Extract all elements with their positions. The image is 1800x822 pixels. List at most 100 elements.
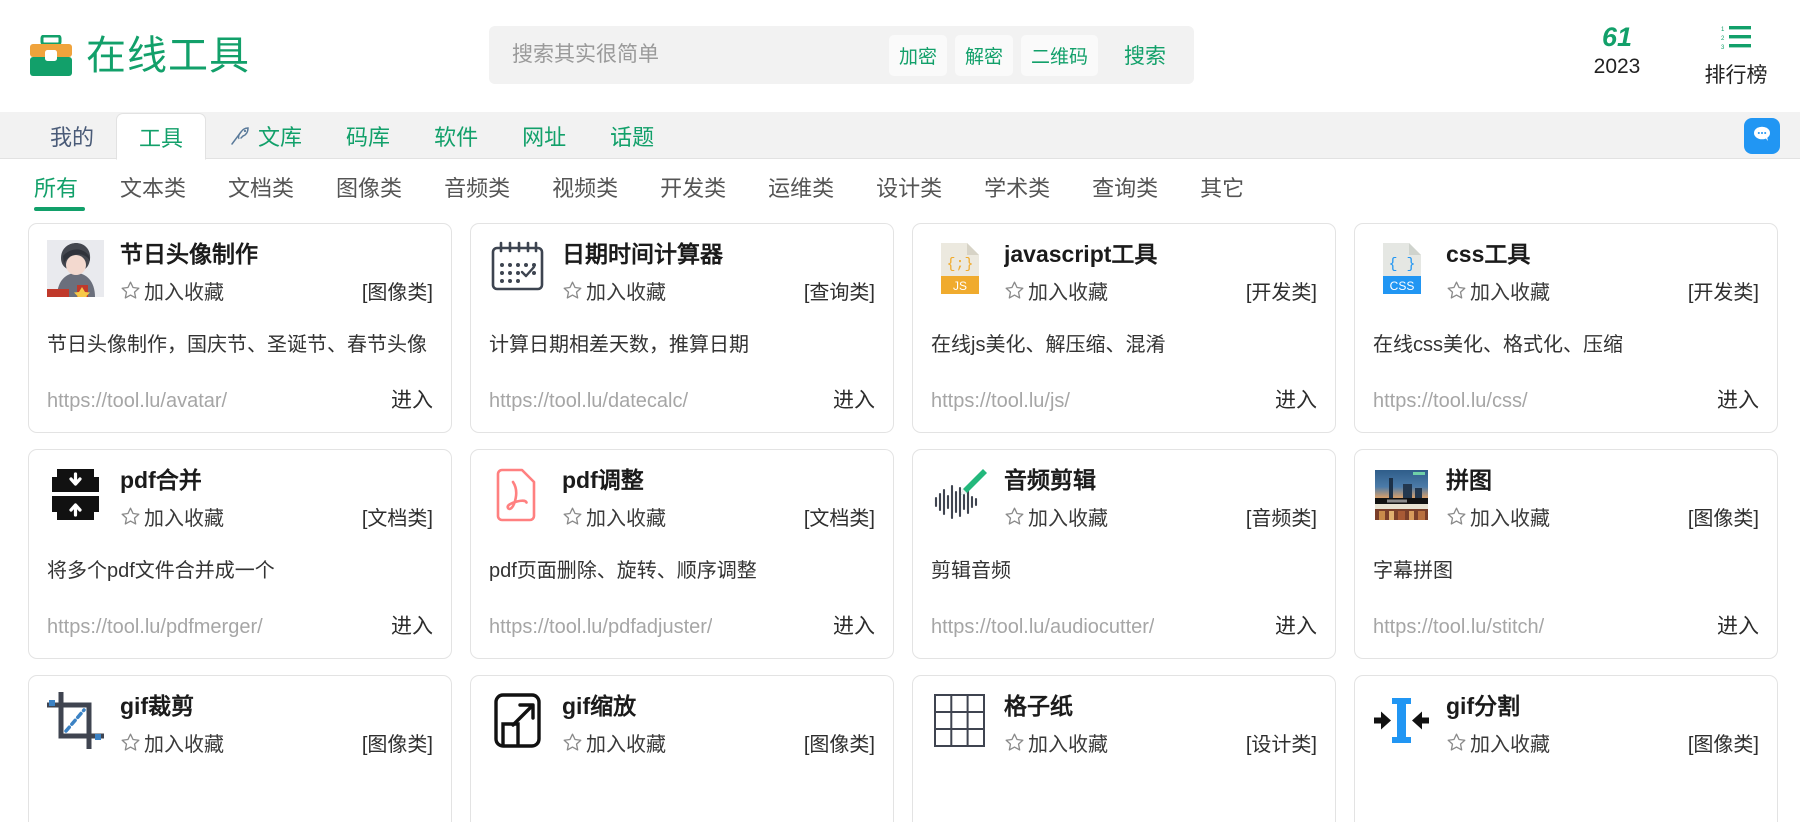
tool-card[interactable]: pdf合并 加入收藏 [文档类] 将多个pdf文件合并成一个 https://t…: [28, 449, 452, 659]
tool-description: [1373, 783, 1759, 820]
add-favorite-button[interactable]: 加入收藏: [1446, 276, 1550, 305]
visit-stat: 61 2023: [1582, 22, 1652, 81]
add-favorite-button[interactable]: 加入收藏: [120, 276, 224, 305]
tool-card[interactable]: 音频剪辑 加入收藏 [音频类] 剪辑音频 https://tool.lu/aud…: [912, 449, 1336, 659]
add-favorite-button[interactable]: 加入收藏: [1004, 728, 1108, 757]
category-development[interactable]: 开发类: [639, 173, 747, 205]
tool-description: 在线css美化、格式化、压缩: [1373, 333, 1623, 356]
tool-description: [47, 783, 433, 820]
search-input[interactable]: [489, 27, 889, 83]
tool-card[interactable]: CSS { } css工具 加入收藏 [开发类] 在线css美化、格式化、压缩: [1354, 223, 1778, 433]
search-chip-decrypt[interactable]: 解密: [954, 34, 1013, 76]
enter-tool-button[interactable]: 进入: [379, 610, 433, 640]
star-icon: [1004, 280, 1025, 301]
add-favorite-button[interactable]: 加入收藏: [1446, 502, 1550, 531]
enter-tool-button[interactable]: 进入: [1705, 610, 1759, 640]
tool-title: javascript工具: [1004, 241, 1158, 267]
enter-tool-button[interactable]: 进入: [821, 384, 875, 414]
add-favorite-label: 加入收藏: [1028, 281, 1108, 304]
main-navbar: 我的 工具 文库 码库 软件 网址 话题: [0, 112, 1800, 160]
tool-card[interactable]: 日期时间计算器 加入收藏 [查询类] 计算日期相差天数，推算日期 https:/…: [470, 223, 894, 433]
add-favorite-button[interactable]: 加入收藏: [120, 728, 224, 757]
star-icon: [1004, 506, 1025, 527]
tool-category-tag: [图像类]: [803, 733, 875, 756]
tool-description: 剪辑音频: [931, 559, 1011, 582]
brand-logo[interactable]: 在线工具: [28, 35, 250, 77]
tool-description: 计算日期相差天数，推算日期: [489, 333, 749, 356]
tool-description: 在线js美化、解压缩、混淆: [931, 333, 1166, 356]
tool-category-tag: [文档类]: [361, 507, 433, 530]
category-audio[interactable]: 音频类: [423, 173, 531, 205]
nav-tab-topics[interactable]: 话题: [588, 112, 676, 159]
search-button[interactable]: 搜索: [1106, 40, 1194, 70]
add-favorite-button[interactable]: 加入收藏: [1004, 502, 1108, 531]
add-favorite-label: 加入收藏: [1028, 733, 1108, 756]
nav-tab-library[interactable]: 文库: [206, 112, 324, 159]
category-text[interactable]: 文本类: [99, 173, 207, 205]
category-image[interactable]: 图像类: [315, 173, 423, 205]
nav-tab-label: 我的: [50, 124, 95, 150]
category-video[interactable]: 视频类: [531, 173, 639, 205]
svg-text:JS: JS: [953, 279, 967, 293]
enter-tool-button[interactable]: 进入: [1705, 384, 1759, 414]
enter-tool-button[interactable]: 进入: [379, 384, 433, 414]
tool-card[interactable]: JS {;} javascript工具 加入收藏 [开发类] 在线js美化、解压: [912, 223, 1336, 433]
category-operations[interactable]: 运维类: [747, 173, 855, 205]
star-icon: [120, 506, 141, 527]
svg-text:{;}: {;}: [946, 256, 973, 273]
tool-card[interactable]: 节日头像制作 加入收藏 [图像类] 节日头像制作，国庆节、圣诞节、春节头像 ht…: [28, 223, 452, 433]
tool-card[interactable]: gif分割 加入收藏 [图像类] 进入: [1354, 675, 1778, 822]
tool-description: pdf页面删除、旋转、顺序调整: [489, 559, 757, 582]
enter-tool-button[interactable]: 进入: [1263, 384, 1317, 414]
svg-text:{ }: { }: [1388, 256, 1415, 273]
star-icon: [120, 732, 141, 753]
nav-tab-list: 我的 工具 文库 码库 软件 网址 话题: [0, 112, 1800, 160]
category-document[interactable]: 文档类: [207, 173, 315, 205]
gif-split-icon: [1373, 692, 1430, 749]
nav-tab-label: 工具: [139, 125, 184, 151]
bird-icon: [228, 124, 252, 148]
add-favorite-button[interactable]: 加入收藏: [1004, 276, 1108, 305]
chat-button[interactable]: [1744, 118, 1780, 154]
search-chip-qrcode[interactable]: 二维码: [1020, 34, 1098, 76]
nav-tab-code[interactable]: 码库: [324, 112, 412, 159]
tool-url: https://tool.lu/datecalc/: [489, 390, 689, 412]
css-file-icon: CSS { }: [1373, 240, 1430, 297]
star-icon: [562, 732, 583, 753]
category-design[interactable]: 设计类: [855, 173, 963, 205]
tool-url: https://tool.lu/css/: [1373, 390, 1528, 412]
search-chip-encrypt[interactable]: 加密: [888, 34, 947, 76]
tool-card-grid: 节日头像制作 加入收藏 [图像类] 节日头像制作，国庆节、圣诞节、春节头像 ht…: [0, 215, 1800, 822]
tool-category-tag: [文档类]: [803, 507, 875, 530]
nav-tab-mine[interactable]: 我的: [28, 112, 116, 159]
add-favorite-button[interactable]: 加入收藏: [1446, 728, 1550, 757]
category-query[interactable]: 查询类: [1071, 173, 1179, 205]
svg-text:2: 2: [1721, 36, 1725, 42]
category-other[interactable]: 其它: [1179, 173, 1265, 205]
category-all[interactable]: 所有: [30, 173, 99, 211]
nav-tab-software[interactable]: 软件: [412, 112, 500, 159]
tool-card[interactable]: pdf调整 加入收藏 [文档类] pdf页面删除、旋转、顺序调整 https:/…: [470, 449, 894, 659]
page-header: 在线工具 加密 解密 二维码 搜索 61 2023 1 2 3 排行榜: [0, 0, 1800, 112]
add-favorite-button[interactable]: 加入收藏: [562, 502, 666, 531]
tool-url: https://tool.lu/js/: [931, 390, 1070, 412]
nav-tab-tools[interactable]: 工具: [116, 113, 207, 160]
add-favorite-label: 加入收藏: [586, 733, 666, 756]
category-academic[interactable]: 学术类: [963, 173, 1071, 205]
tool-description: 字幕拼图: [1373, 559, 1453, 582]
ranking-link[interactable]: 1 2 3 排行榜: [1692, 22, 1780, 89]
tool-category-tag: [图像类]: [361, 281, 433, 304]
enter-tool-button[interactable]: 进入: [821, 610, 875, 640]
svg-text:1: 1: [1721, 27, 1725, 33]
nav-tab-websites[interactable]: 网址: [500, 112, 588, 159]
tool-card[interactable]: 拼图 加入收藏 [图像类] 字幕拼图 https://tool.lu/stitc…: [1354, 449, 1778, 659]
tool-card[interactable]: 格子纸 加入收藏 [设计类] 进入: [912, 675, 1336, 822]
add-favorite-button[interactable]: 加入收藏: [562, 728, 666, 757]
star-icon: [1446, 732, 1467, 753]
tool-card[interactable]: gif缩放 加入收藏 [图像类] 进入: [470, 675, 894, 822]
add-favorite-button[interactable]: 加入收藏: [120, 502, 224, 531]
enter-tool-button[interactable]: 进入: [1263, 610, 1317, 640]
tool-card[interactable]: gif裁剪 加入收藏 [图像类] 进入: [28, 675, 452, 822]
add-favorite-button[interactable]: 加入收藏: [562, 276, 666, 305]
audio-waveform-icon: [931, 466, 988, 523]
